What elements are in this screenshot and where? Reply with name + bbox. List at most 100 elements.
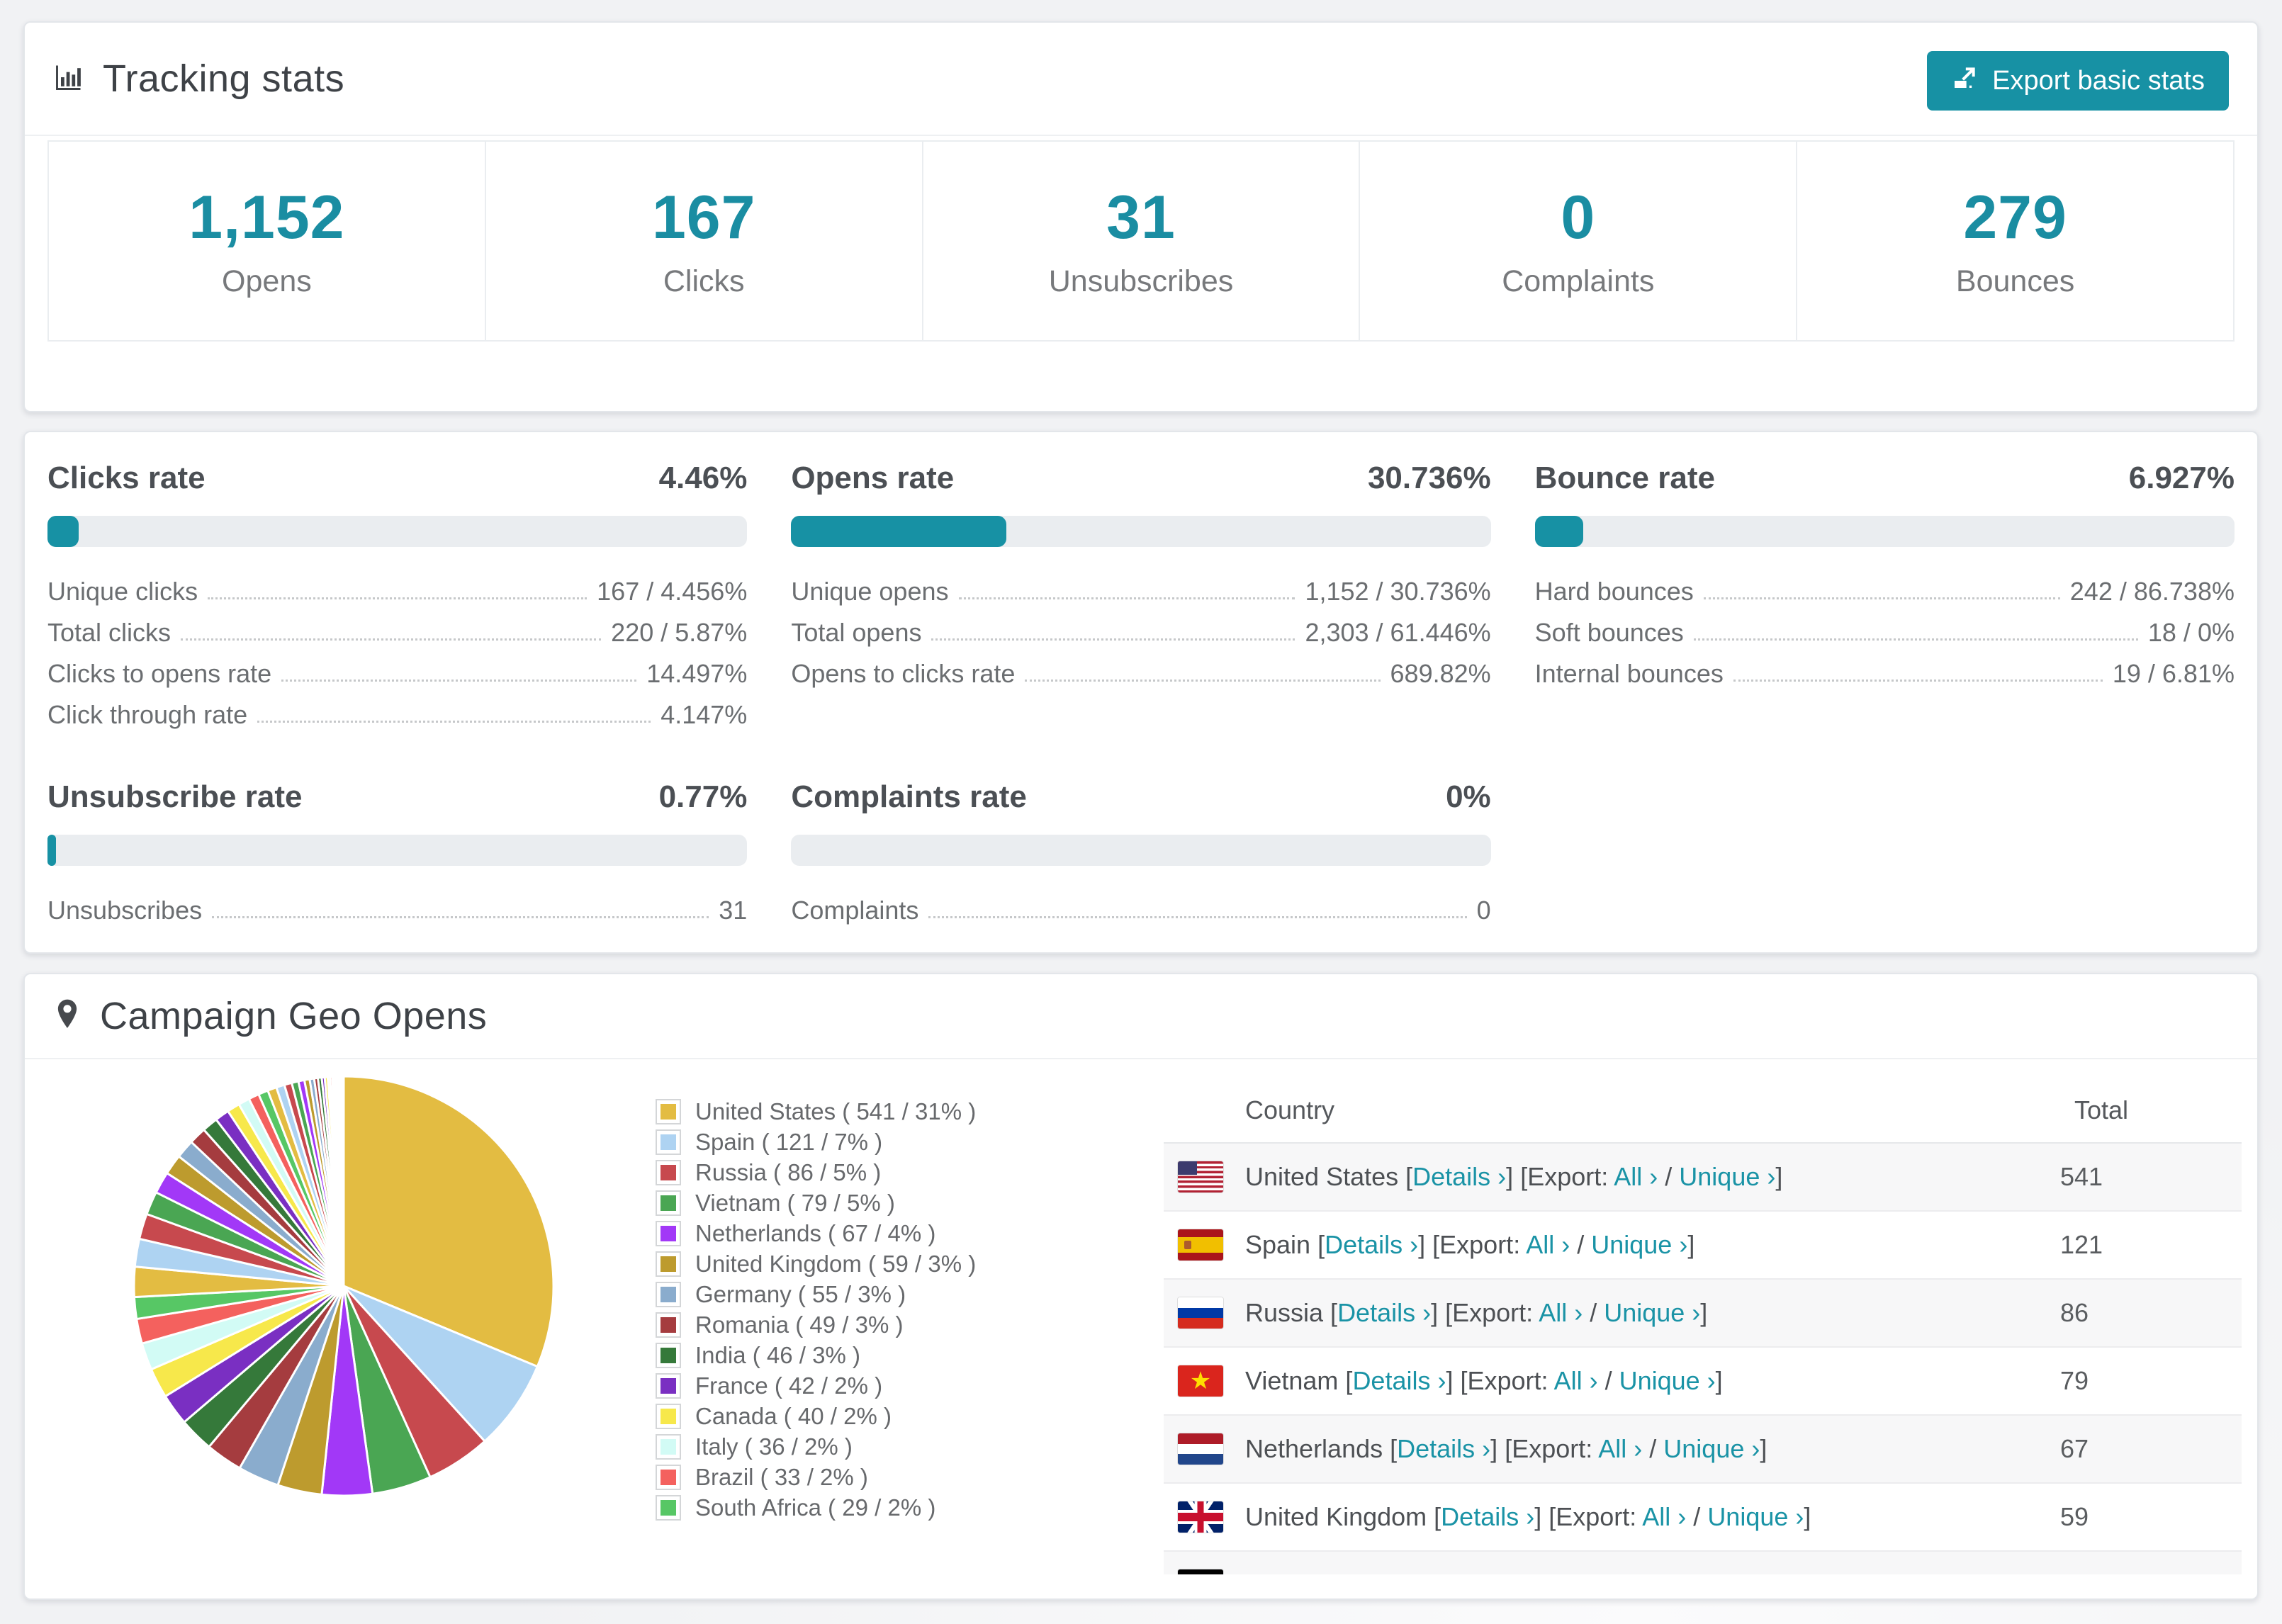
legend-label: India ( 46 / 3% ) — [695, 1341, 860, 1368]
geo-table: Country Total United States [Details ›] … — [1164, 1078, 2242, 1574]
legend-color-chip — [657, 1222, 680, 1245]
stat-value: 31 — [1106, 184, 1176, 252]
country-name: United States — [1245, 1162, 1399, 1191]
legend-color-chip — [657, 1130, 680, 1154]
legend-label: South Africa ( 29 / 2% ) — [695, 1494, 936, 1521]
rate-grid: Clicks rate 4.46% Unique clicks 167 / 4.… — [25, 432, 2257, 925]
dotted-leader — [958, 597, 1295, 599]
rate-detail-row: Unique clicks 167 / 4.456% — [47, 565, 747, 607]
legend-label: France ( 42 / 2% ) — [695, 1372, 883, 1399]
export-unique-link[interactable]: Unique › — [1619, 1366, 1716, 1395]
rate-detail-label: Internal bounces — [1534, 659, 1724, 688]
country-cell: Germany [Details ›] [Export: All › / Uni… — [1245, 1570, 1734, 1574]
export-prefix: [Export: — [1432, 1230, 1527, 1259]
details-link[interactable]: Details › — [1441, 1502, 1534, 1531]
export-all-link[interactable]: All › — [1598, 1434, 1642, 1463]
legend-item: Netherlands ( 67 / 4% ) — [657, 1218, 976, 1248]
rate-value: 0% — [1446, 779, 1491, 814]
export-unique-link[interactable]: Unique › — [1707, 1502, 1804, 1531]
stat-box: 1,152 Opens — [47, 140, 486, 342]
rate-title: Unsubscribe rate — [47, 779, 303, 814]
export-unique-link[interactable]: Unique › — [1604, 1298, 1700, 1327]
campaign-geo-opens-card: Campaign Geo Opens United States ( 541 /… — [23, 973, 2259, 1600]
export-unique-link[interactable]: Unique › — [1591, 1230, 1687, 1259]
map-pin-icon — [53, 998, 82, 1034]
total-cell: 67 — [2060, 1434, 2089, 1463]
country-name: Russia — [1245, 1298, 1324, 1327]
rate-detail-value: 14.497% — [646, 659, 748, 688]
export-unique-link[interactable]: Unique › — [1663, 1434, 1760, 1463]
legend-item: South Africa ( 29 / 2% ) — [657, 1492, 976, 1523]
progress-fill — [791, 516, 1006, 547]
legend-color-chip — [657, 1343, 680, 1367]
legend-label: Canada ( 40 / 2% ) — [695, 1402, 892, 1429]
progress-bar — [791, 516, 1491, 547]
rate-detail-value: 0 — [1476, 896, 1491, 925]
export-button-label: Export basic stats — [1992, 65, 2205, 96]
rate-value: 6.927% — [2128, 461, 2235, 495]
export-all-link[interactable]: All › — [1566, 1570, 1609, 1574]
rate-detail-value: 18 / 0% — [2147, 618, 2235, 647]
rate-block: Bounce rate 6.927% Hard bounces 242 / 86… — [1534, 461, 2235, 730]
legend-label: Italy ( 36 / 2% ) — [695, 1433, 853, 1460]
export-unique-link[interactable]: Unique › — [1631, 1570, 1727, 1574]
rate-detail-row: Total opens 2,303 / 61.446% — [791, 607, 1490, 648]
export-prefix: [Export: — [1505, 1434, 1599, 1463]
details-link[interactable]: Details › — [1397, 1434, 1490, 1463]
stat-label: Complaints — [1502, 264, 1655, 298]
details-link[interactable]: Details › — [1352, 1366, 1446, 1395]
details-link[interactable]: Details › — [1337, 1298, 1431, 1327]
export-all-link[interactable]: All › — [1554, 1366, 1598, 1395]
rate-detail-row: Unique opens 1,152 / 30.736% — [791, 565, 1490, 607]
legend-label: United States ( 541 / 31% ) — [695, 1098, 977, 1124]
geo-table-row: Germany [Details ›] [Export: All › / Uni… — [1164, 1552, 2242, 1574]
rate-detail-label: Unique opens — [791, 577, 949, 606]
rate-detail-label: Unique clicks — [47, 577, 198, 606]
total-cell: 541 — [2060, 1162, 2103, 1191]
export-all-link[interactable]: All › — [1642, 1502, 1686, 1531]
country-cell: United Kingdom [Details ›] [Export: All … — [1245, 1502, 1811, 1531]
export-all-link[interactable]: All › — [1539, 1298, 1583, 1327]
export-all-link[interactable]: All › — [1614, 1162, 1658, 1191]
rate-detail-label: Complaints — [791, 896, 919, 925]
details-link[interactable]: Details › — [1325, 1230, 1418, 1259]
rate-detail-row: Soft bounces 18 / 0% — [1535, 607, 2235, 648]
total-cell: 121 — [2060, 1230, 2103, 1259]
rate-block: Unsubscribe rate 0.77% Unsubscribes 31 — [47, 779, 748, 925]
rate-title-row: Opens rate 30.736% — [791, 461, 1490, 496]
export-all-link[interactable]: All › — [1526, 1230, 1570, 1259]
geo-table-header: Country Total — [1164, 1078, 2242, 1144]
export-prefix: [Export: — [1520, 1162, 1614, 1191]
details-link[interactable]: Details › — [1364, 1570, 1458, 1574]
country-flag-icon — [1178, 1229, 1223, 1261]
stat-label: Unsubscribes — [1048, 264, 1234, 298]
tracking-stats-header: Tracking stats — [25, 23, 2257, 136]
legend-label: Germany ( 55 / 3% ) — [695, 1280, 906, 1307]
export-unique-link[interactable]: Unique › — [1679, 1162, 1775, 1191]
rate-detail-row: Internal bounces 19 / 6.81% — [1535, 648, 2235, 689]
legend-item: Russia ( 86 / 5% ) — [657, 1157, 976, 1188]
details-link[interactable]: Details › — [1412, 1162, 1506, 1191]
rate-title: Opens rate — [791, 461, 955, 495]
rate-block: Complaints rate 0% Complaints 0 — [791, 779, 1491, 925]
progress-bar — [47, 516, 748, 547]
tracking-stats-card: Tracking stats Export basic stats 1,152 … — [23, 21, 2259, 412]
rate-detail-value: 167 / 4.456% — [597, 577, 748, 606]
legend-color-chip — [657, 1404, 680, 1428]
rate-detail-value: 242 / 86.738% — [2069, 577, 2235, 606]
country-cell: Russia [Details ›] [Export: All › / Uniq… — [1245, 1298, 1708, 1327]
dotted-leader — [1025, 680, 1381, 682]
legend-color-chip — [657, 1313, 680, 1336]
country-flag-icon — [1178, 1365, 1223, 1397]
legend-color-chip — [657, 1100, 680, 1123]
legend-color-chip — [657, 1496, 680, 1519]
export-basic-stats-button[interactable]: Export basic stats — [1927, 51, 2229, 111]
dotted-leader — [928, 916, 1467, 918]
stat-box: 31 Unsubscribes — [921, 140, 1361, 342]
page: { "colors":{"accent_teal":"#1791a4","lin… — [0, 0, 2282, 1624]
country-cell: Spain [Details ›] [Export: All › / Uniqu… — [1245, 1230, 1695, 1259]
legend-color-chip — [657, 1374, 680, 1397]
stat-label: Bounces — [1955, 264, 2075, 298]
geo-title: Campaign Geo Opens — [100, 995, 488, 1037]
stat-value: 167 — [651, 184, 756, 252]
